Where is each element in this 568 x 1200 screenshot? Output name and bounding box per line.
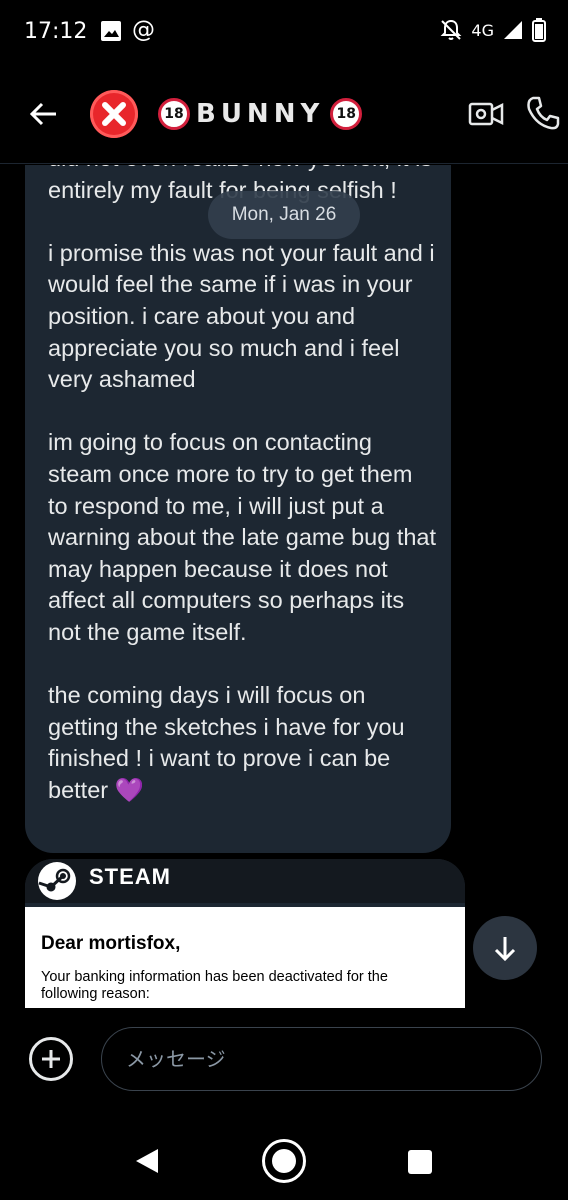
- signal-icon: [504, 21, 522, 39]
- network-type: 4G: [471, 20, 494, 40]
- status-right-icons: 4G: [439, 18, 546, 42]
- age-badge-left: 18: [158, 98, 190, 130]
- message-input[interactable]: [101, 1027, 542, 1091]
- chat-header: 18 BUNNY 18: [0, 64, 568, 164]
- arrow-left-icon: [29, 102, 56, 126]
- plus-icon: [42, 1050, 60, 1068]
- avatar[interactable]: [90, 90, 138, 138]
- contact-name[interactable]: 18 BUNNY 18: [158, 96, 363, 132]
- message-paragraph: i promise this was not your fault and i …: [48, 239, 435, 393]
- nav-home-button[interactable]: [262, 1139, 306, 1183]
- purple-heart-emoji: 💜: [114, 776, 144, 803]
- scroll-to-bottom-button[interactable]: [473, 916, 537, 980]
- phone-icon[interactable]: [524, 94, 562, 132]
- steam-header: STEAM: [25, 859, 465, 903]
- steam-brand: STEAM: [89, 864, 171, 889]
- system-navigation-bar: [0, 1120, 568, 1200]
- message-paragraph: im going to focus on contacting steam on…: [48, 429, 437, 645]
- add-attachment-button[interactable]: [29, 1037, 73, 1081]
- message-bubble[interactable]: did not even realize how you felt, it is…: [25, 165, 451, 853]
- shared-image-card[interactable]: STEAM Dear mortisfox, Your banking infor…: [25, 859, 465, 1008]
- steam-email-body: Dear mortisfox, Your banking information…: [25, 907, 465, 1008]
- nav-back-icon[interactable]: [134, 1148, 160, 1174]
- muted-bell-icon: [441, 19, 462, 40]
- message-paragraph: the coming days i will focus on getting …: [48, 680, 438, 806]
- date-chip: Mon, Jan 26: [208, 191, 360, 239]
- status-bar: 17:12 @ 4G: [0, 0, 568, 64]
- email-greeting: Dear mortisfox,: [41, 933, 181, 954]
- email-notice: Your banking information has been deacti…: [41, 969, 388, 1002]
- image-icon: [101, 21, 121, 41]
- nav-recents-icon[interactable]: [408, 1150, 432, 1174]
- message-paragraph-text: the coming days i will focus on getting …: [48, 682, 405, 803]
- contact-name-text: BUNNY: [196, 99, 325, 129]
- red-cross-mark-icon: [102, 102, 126, 126]
- back-button[interactable]: [24, 94, 64, 134]
- video-call-icon[interactable]: [468, 96, 504, 132]
- message-text: did not even realize how you felt, it is…: [48, 165, 438, 806]
- arrow-down-icon: [494, 937, 516, 962]
- steam-logo-icon: [38, 862, 76, 900]
- home-icon: [272, 1149, 296, 1173]
- chat-area[interactable]: did not even realize how you felt, it is…: [0, 165, 568, 1008]
- age-badge-right: 18: [330, 98, 363, 130]
- battery-icon: [532, 18, 546, 42]
- status-time: 17:12: [24, 19, 88, 44]
- at-icon: @: [132, 17, 155, 43]
- message-composer: [0, 1008, 568, 1120]
